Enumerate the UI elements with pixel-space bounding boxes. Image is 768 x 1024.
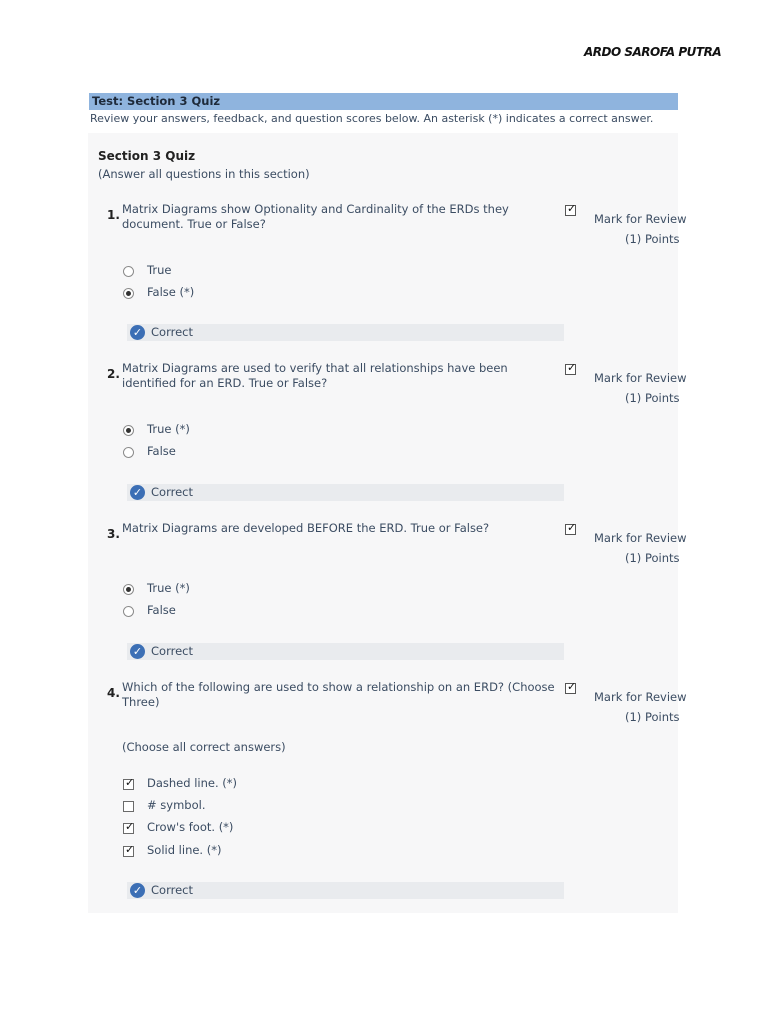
mark-for-review-label: Mark for Review <box>594 371 687 385</box>
radio-button-selected[interactable] <box>123 288 134 299</box>
option-label: False (*) <box>147 285 195 299</box>
feedback-bar: ✓ Correct <box>127 643 564 660</box>
feedback-text: Correct <box>151 325 193 339</box>
feedback-bar: ✓ Correct <box>127 484 564 501</box>
page-title: Test: Section 3 Quiz <box>89 93 678 110</box>
section-title: Section 3 Quiz <box>98 149 196 163</box>
question-number: 4. <box>107 686 120 700</box>
option-label: True (*) <box>147 581 190 595</box>
question-text: Matrix Diagrams show Optionality and Car… <box>122 202 509 231</box>
answer-option[interactable]: False <box>0 444 400 460</box>
answer-option[interactable]: ✓ Dashed line. (*) <box>0 776 400 792</box>
check-icon: ✓ <box>567 680 577 693</box>
check-icon: ✓ <box>567 361 577 374</box>
option-label: False <box>147 444 176 458</box>
option-label: Dashed line. (*) <box>147 776 238 790</box>
answer-option[interactable]: # symbol. <box>0 798 400 814</box>
radio-button-selected[interactable] <box>123 425 134 436</box>
author-name: ARDO SAROFA PUTRA <box>584 45 722 59</box>
mark-for-review-label: Mark for Review <box>594 531 687 545</box>
feedback-text: Correct <box>151 883 193 897</box>
correct-check-icon: ✓ <box>130 644 145 659</box>
question-number: 1. <box>107 208 120 222</box>
feedback-bar: ✓ Correct <box>127 324 564 341</box>
option-label: True <box>147 263 172 277</box>
mark-for-review-label: Mark for Review <box>594 212 687 226</box>
answer-checkbox[interactable] <box>123 801 134 812</box>
question-text: Matrix Diagrams are used to verify that … <box>122 361 508 390</box>
radio-button[interactable] <box>123 266 134 277</box>
question-text: Matrix Diagrams are developed BEFORE the… <box>122 521 490 535</box>
answer-checkbox-checked[interactable]: ✓ <box>123 843 135 857</box>
answer-checkbox-checked[interactable]: ✓ <box>123 776 135 790</box>
answer-option[interactable]: True (*) <box>0 422 400 438</box>
correct-check-icon: ✓ <box>130 883 145 898</box>
points-label: (1) Points <box>625 232 680 246</box>
instructions: Review your answers, feedback, and quest… <box>90 112 654 125</box>
answer-option[interactable]: False <box>0 603 400 619</box>
answer-option[interactable]: ✓ Solid line. (*) <box>0 843 400 859</box>
mark-for-review-checkbox[interactable]: ✓ <box>565 361 577 375</box>
question-number: 2. <box>107 367 120 381</box>
feedback-bar: ✓ Correct <box>127 882 564 899</box>
check-icon: ✓ <box>125 820 135 833</box>
section-note: (Answer all questions in this section) <box>98 167 310 181</box>
answer-checkbox-checked[interactable]: ✓ <box>123 820 135 834</box>
correct-check-icon: ✓ <box>130 485 145 500</box>
points-label: (1) Points <box>625 551 680 565</box>
mark-for-review-checkbox[interactable]: ✓ <box>565 202 577 216</box>
check-icon: ✓ <box>567 202 577 215</box>
answer-option[interactable]: True (*) <box>0 581 400 597</box>
radio-button[interactable] <box>123 606 134 617</box>
question-number: 3. <box>107 527 120 541</box>
mark-for-review-checkbox[interactable]: ✓ <box>565 521 577 535</box>
check-icon: ✓ <box>125 843 135 856</box>
answer-option[interactable]: ✓ Crow's foot. (*) <box>0 820 400 836</box>
feedback-text: Correct <box>151 485 193 499</box>
option-label: True (*) <box>147 422 190 436</box>
question-text: Which of the following are used to show … <box>122 680 555 709</box>
answer-option[interactable]: False (*) <box>0 285 400 301</box>
mark-for-review-checkbox[interactable]: ✓ <box>565 680 577 694</box>
answer-option[interactable]: True <box>0 263 400 279</box>
choose-note: (Choose all correct answers) <box>122 740 286 754</box>
radio-button[interactable] <box>123 447 134 458</box>
option-label: Solid line. (*) <box>147 843 222 857</box>
option-label: # symbol. <box>147 798 206 812</box>
points-label: (1) Points <box>625 710 680 724</box>
points-label: (1) Points <box>625 391 680 405</box>
mark-for-review-label: Mark for Review <box>594 690 687 704</box>
radio-button-selected[interactable] <box>123 584 134 595</box>
feedback-text: Correct <box>151 644 193 658</box>
correct-check-icon: ✓ <box>130 325 145 340</box>
option-label: False <box>147 603 176 617</box>
check-icon: ✓ <box>125 776 135 789</box>
option-label: Crow's foot. (*) <box>147 820 234 834</box>
check-icon: ✓ <box>567 521 577 534</box>
